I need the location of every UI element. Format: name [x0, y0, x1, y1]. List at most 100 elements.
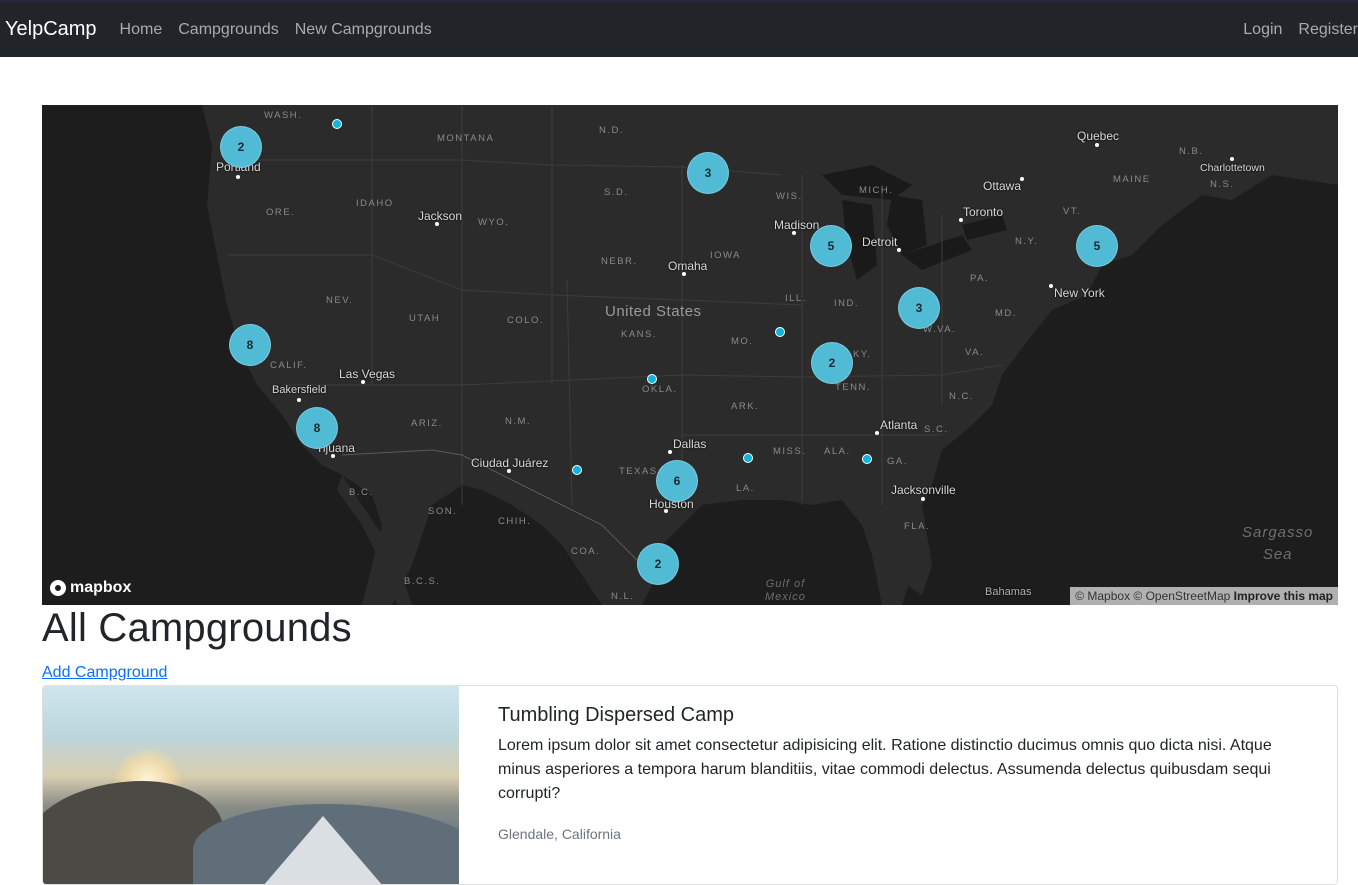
state-label: N.L. — [611, 591, 635, 602]
state-label: MO. — [731, 336, 754, 347]
map-point[interactable] — [775, 327, 785, 337]
campground-description: Lorem ipsum dolor sit amet consectetur a… — [498, 737, 1272, 802]
map-point[interactable] — [862, 454, 872, 464]
map-point[interactable] — [572, 465, 582, 475]
state-label: MD. — [995, 308, 1017, 319]
campground-image — [43, 686, 459, 884]
state-label: SON. — [428, 506, 458, 517]
nav-link-home[interactable]: Home — [120, 21, 163, 39]
state-label: KANS. — [621, 329, 658, 340]
city-dot — [297, 398, 301, 402]
map-cluster[interactable]: 5 — [1076, 225, 1118, 267]
city-dot — [1049, 284, 1053, 288]
state-label: GA. — [887, 456, 908, 467]
state-label: WIS. — [776, 191, 803, 202]
map-cluster[interactable]: 3 — [898, 287, 940, 329]
nav-link-register[interactable]: Register — [1298, 21, 1358, 39]
state-label: N.S. — [1210, 179, 1235, 190]
city-label: Detroit — [862, 235, 898, 249]
map-point[interactable] — [332, 119, 342, 129]
state-label: ALA. — [824, 446, 851, 457]
state-label: ILL. — [785, 293, 807, 304]
state-label: N.C. — [949, 391, 974, 402]
map-cluster[interactable]: 2 — [637, 543, 679, 585]
state-label: S.C. — [924, 424, 949, 435]
state-label: OKLA. — [642, 384, 678, 395]
state-label: PA. — [970, 273, 990, 284]
state-label: N.B. — [1179, 146, 1204, 157]
page-title: All Campgrounds — [42, 606, 352, 650]
state-label: B.C.S. — [404, 576, 441, 587]
map-cluster[interactable]: 6 — [656, 460, 698, 502]
state-label: COLO. — [507, 315, 545, 326]
state-label: MAINE — [1113, 174, 1151, 185]
state-label: MICH. — [859, 185, 894, 196]
nav-link-campgrounds[interactable]: Campgrounds — [178, 21, 279, 39]
map-cluster[interactable]: 8 — [296, 407, 338, 449]
state-label: VA. — [965, 347, 985, 358]
city-label: Madison — [774, 218, 820, 232]
map-cluster[interactable]: 2 — [220, 126, 262, 168]
state-label: LA. — [736, 483, 755, 494]
campground-title: Tumbling Dispersed Camp — [498, 704, 735, 726]
city-dot — [1095, 143, 1099, 147]
nav-right-group: Login Register — [1227, 21, 1358, 39]
nav-link-login[interactable]: Login — [1243, 21, 1282, 39]
map-cluster[interactable]: 8 — [229, 324, 271, 366]
add-campground-link[interactable]: Add Campground — [42, 664, 167, 682]
map-point[interactable] — [647, 374, 657, 384]
attribution-text[interactable]: © Mapbox © OpenStreetMap — [1075, 589, 1230, 603]
state-label: N.D. — [599, 125, 624, 136]
map-cluster[interactable]: 2 — [811, 342, 853, 384]
mapbox-logo[interactable]: mapbox — [50, 579, 131, 597]
state-label: ARK. — [731, 401, 760, 412]
country-label: United States — [605, 303, 702, 320]
city-label: Charlottetown — [1200, 162, 1265, 174]
state-label: IND. — [834, 298, 859, 309]
state-label: N.Y. — [1015, 236, 1039, 247]
map-attribution: © Mapbox © OpenStreetMap Improve this ma… — [1070, 587, 1338, 605]
cluster-map[interactable]: WASH. MONTANA N.D. ORE. IDAHO WYO. S.D. … — [42, 105, 1338, 605]
brand-logo[interactable]: YelpCamp — [5, 18, 97, 41]
state-label: CALIF. — [270, 360, 308, 371]
state-label: COA. — [571, 546, 601, 557]
city-dot — [668, 450, 672, 454]
map-cluster[interactable]: 5 — [810, 225, 852, 267]
state-label: CHIH. — [498, 516, 532, 527]
improve-map-link[interactable]: Improve this map — [1234, 589, 1333, 603]
city-label: Toronto — [963, 205, 1004, 219]
state-label: IOWA — [710, 250, 741, 261]
city-label: Bakersfield — [272, 384, 327, 396]
city-dot — [897, 248, 901, 252]
state-label: S.D. — [604, 187, 629, 198]
city-dot — [921, 497, 925, 501]
mapbox-logo-text: mapbox — [70, 579, 132, 596]
city-label: Jacksonville — [891, 483, 956, 497]
state-label: IDAHO — [356, 198, 394, 209]
city-label: Jackson — [418, 209, 463, 223]
state-label: UTAH — [409, 313, 441, 324]
city-dot — [875, 431, 879, 435]
state-label: VT. — [1063, 206, 1082, 217]
state-label: N.M. — [505, 416, 532, 427]
mapbox-logo-icon — [50, 580, 66, 596]
state-label: WASH. — [264, 110, 303, 121]
state-label: MONTANA — [437, 133, 495, 144]
campground-location: Glendale, California — [498, 826, 621, 842]
state-label: NEV. — [326, 295, 354, 306]
state-label: TEXAS — [619, 466, 658, 477]
map-cluster[interactable]: 3 — [687, 152, 729, 194]
city-label: Ciudad Juárez — [471, 456, 549, 470]
state-label: FLA. — [904, 521, 931, 532]
city-label: Omaha — [668, 259, 708, 273]
city-dot — [1230, 157, 1234, 161]
state-label: WYO. — [478, 217, 510, 228]
state-label: TENN. — [835, 382, 871, 393]
state-label: B.C. — [349, 487, 374, 498]
city-label: Ottawa — [983, 179, 1022, 193]
city-label: Quebec — [1077, 129, 1120, 143]
map-point[interactable] — [743, 453, 753, 463]
state-label: ARIZ. — [411, 418, 443, 429]
state-label: KY. — [853, 349, 872, 360]
nav-link-new-campgrounds[interactable]: New Campgrounds — [295, 21, 432, 39]
